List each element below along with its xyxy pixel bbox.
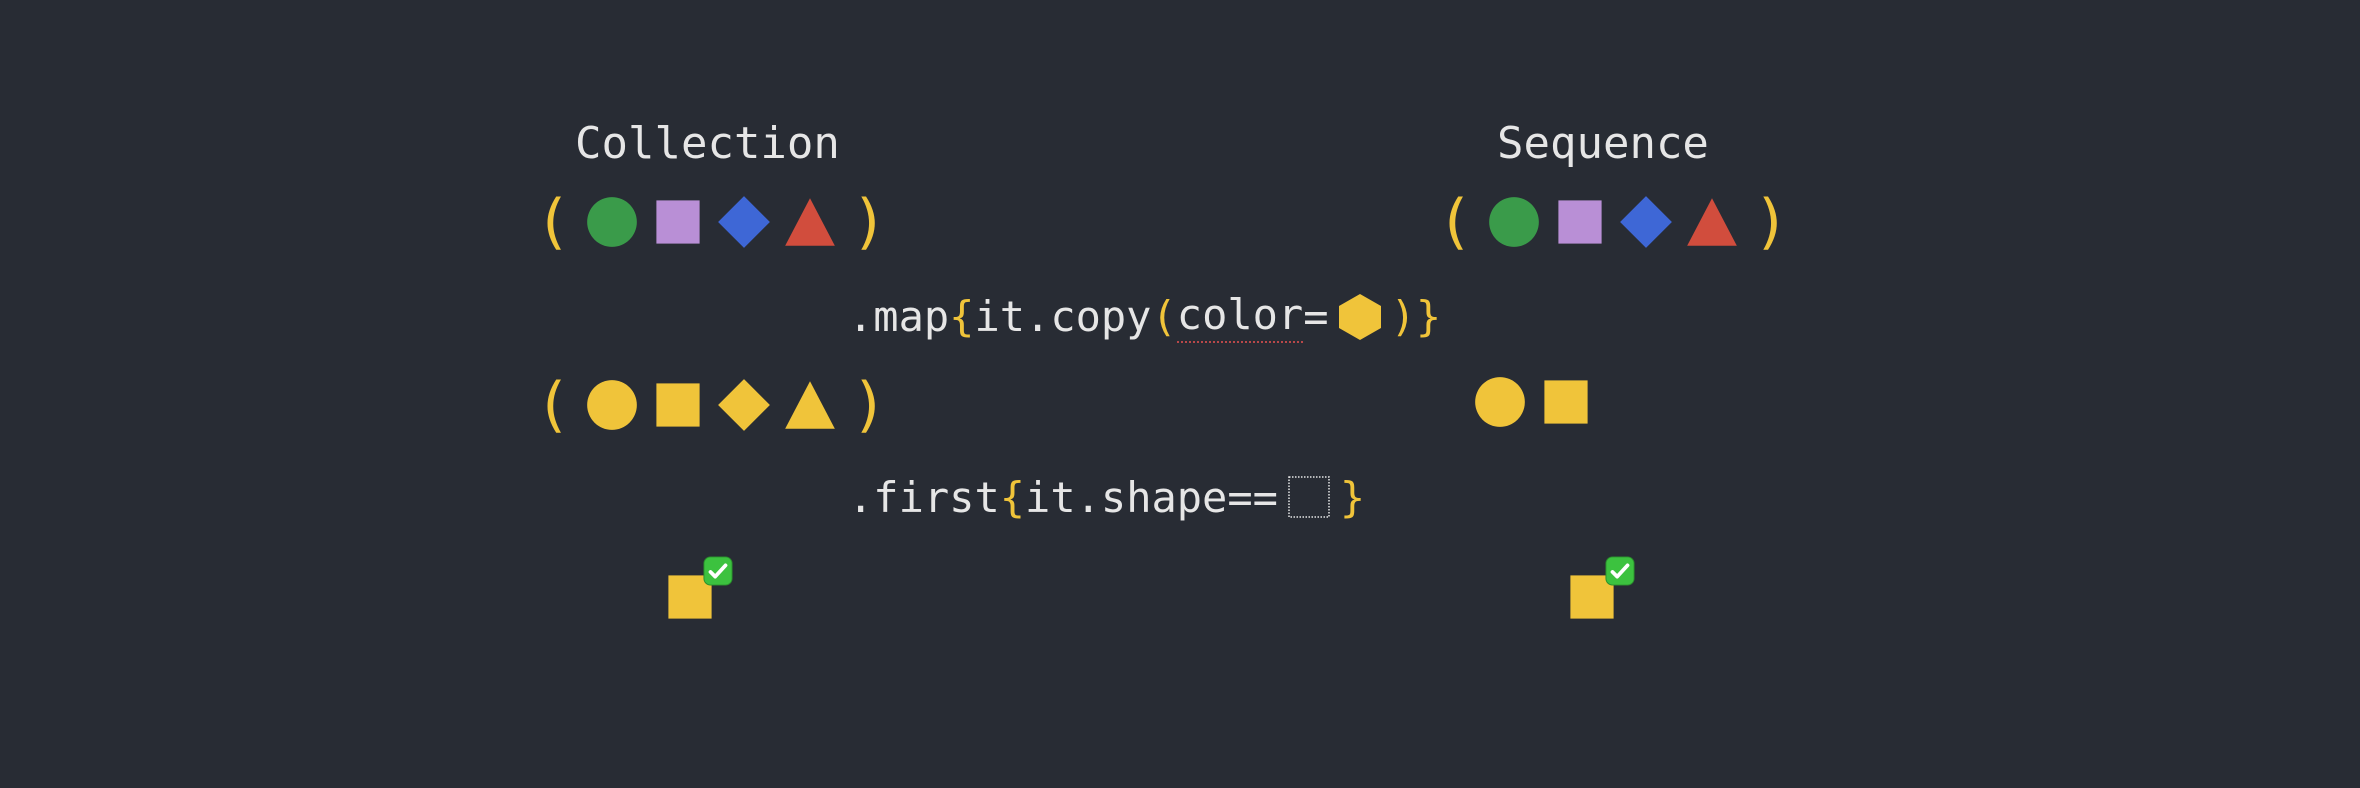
collection-input-row: ( ) [533, 192, 889, 252]
circle-icon [1473, 375, 1527, 429]
check-icon [703, 556, 733, 586]
brace-open: { [1000, 473, 1025, 522]
brace-open: { [949, 292, 974, 341]
eq: = [1303, 292, 1328, 341]
diamond-icon [717, 378, 771, 432]
dot: . [1076, 473, 1101, 522]
paren-open-icon: ( [1435, 192, 1475, 252]
square-icon [1553, 195, 1607, 249]
brace-close: } [1416, 292, 1441, 341]
circle-icon [585, 195, 639, 249]
triangle-icon [783, 195, 837, 249]
dot: . [1025, 292, 1050, 341]
triangle-icon [1685, 195, 1739, 249]
hexagon-icon [1335, 292, 1385, 342]
paren-open-icon: ( [533, 192, 573, 252]
it: it [974, 292, 1025, 341]
fn-first: first [873, 473, 999, 522]
eqeq: == [1227, 473, 1278, 522]
code-map-line: . map { it . copy ( color = ) } [848, 290, 1441, 343]
sequence-result [1565, 570, 1625, 630]
paren-close-icon: ) [1751, 192, 1791, 252]
code-first-line: . first { it . shape == } [848, 472, 1365, 522]
lparen: ( [1151, 292, 1176, 341]
arg-color: color [1177, 290, 1303, 343]
rparen: ) [1391, 292, 1416, 341]
dot: . [848, 292, 873, 341]
collection-mapped-row: ( ) [533, 375, 889, 435]
square-icon [1539, 375, 1593, 429]
prop-shape: shape [1101, 473, 1227, 522]
sequence-mapped-row [1473, 375, 1593, 429]
it: it [1025, 473, 1076, 522]
sequence-input-row: ( ) [1435, 192, 1791, 252]
paren-close-icon: ) [849, 192, 889, 252]
diamond-icon [1619, 195, 1673, 249]
fn-copy: copy [1050, 292, 1151, 341]
square-icon [651, 378, 705, 432]
circle-icon [1487, 195, 1541, 249]
circle-icon [585, 378, 639, 432]
triangle-icon [783, 378, 837, 432]
heading-sequence: Sequence [1497, 118, 1709, 169]
square-icon [651, 195, 705, 249]
diamond-icon [717, 195, 771, 249]
paren-close-icon: ) [849, 375, 889, 435]
heading-collection: Collection [575, 118, 840, 169]
square-outline-icon [1284, 472, 1334, 522]
dot: . [848, 473, 873, 522]
brace-close: } [1340, 473, 1365, 522]
fn-map: map [873, 292, 949, 341]
paren-open-icon: ( [533, 375, 573, 435]
collection-result [663, 570, 723, 630]
check-icon [1605, 556, 1635, 586]
